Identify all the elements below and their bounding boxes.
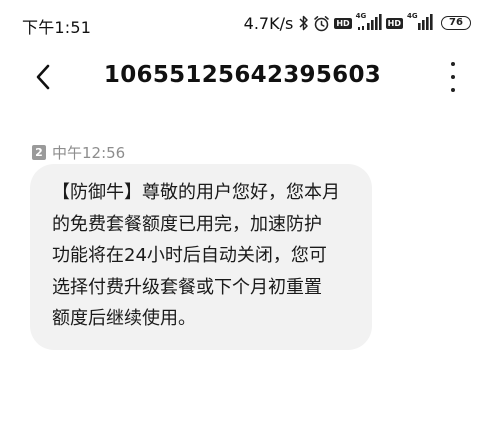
sim-slot-badge: 2 — [32, 145, 46, 160]
message-line: 选择付费升级套餐或下个月初重置 — [52, 276, 322, 298]
more-vertical-icon-dot — [451, 88, 455, 92]
status-indicators: 4.7K/s HD 4G HD 4G 76 — [244, 12, 471, 34]
message-timestamp: 中午12:56 — [52, 144, 126, 162]
status-bar: 下午1:51 4.7K/s HD 4G HD 4G 76 — [0, 0, 485, 44]
network-speed: 4.7K/s — [243, 13, 294, 33]
hd-volte-icon: HD — [334, 17, 352, 29]
battery-level: 76 — [449, 17, 463, 28]
message-line: 的免费套餐额度已用完，加速防护 — [52, 213, 322, 235]
more-vertical-icon-dot — [451, 75, 455, 79]
network-type-label: 4G — [355, 12, 367, 20]
sender-number-title: 10655125642395603 — [103, 62, 382, 88]
more-options-button[interactable] — [443, 62, 463, 92]
cellular-signal-icon-2: 4G — [407, 12, 433, 32]
hd-volte-icon-2: HD — [385, 17, 403, 29]
network-type-label-2: 4G — [407, 12, 418, 20]
cellular-signal-icon: 4G — [355, 12, 382, 32]
status-time: 下午1:51 — [22, 18, 92, 37]
sms-conversation-screen: 下午1:51 4.7K/s HD 4G HD 4G 76 10655125642… — [0, 0, 485, 442]
battery-icon: 76 — [441, 16, 471, 30]
more-vertical-icon-dot — [451, 62, 455, 66]
message-line: 【防御牛】尊敬的用户您好，您本月 — [52, 182, 340, 203]
message-bubble[interactable]: 【防御牛】尊敬的用户您好，您本月 的免费套餐额度已用完，加速防护 功能将在24小… — [30, 164, 372, 350]
message-meta: 2 中午12:56 — [32, 142, 125, 163]
message-line: 功能将在24小时后自动关闭，您可 — [52, 245, 327, 266]
message-line: 额度后继续使用。 — [52, 308, 196, 329]
conversation-header: 10655125642395603 — [0, 50, 485, 104]
bluetooth-icon — [299, 15, 309, 31]
alarm-clock-icon — [313, 15, 330, 32]
